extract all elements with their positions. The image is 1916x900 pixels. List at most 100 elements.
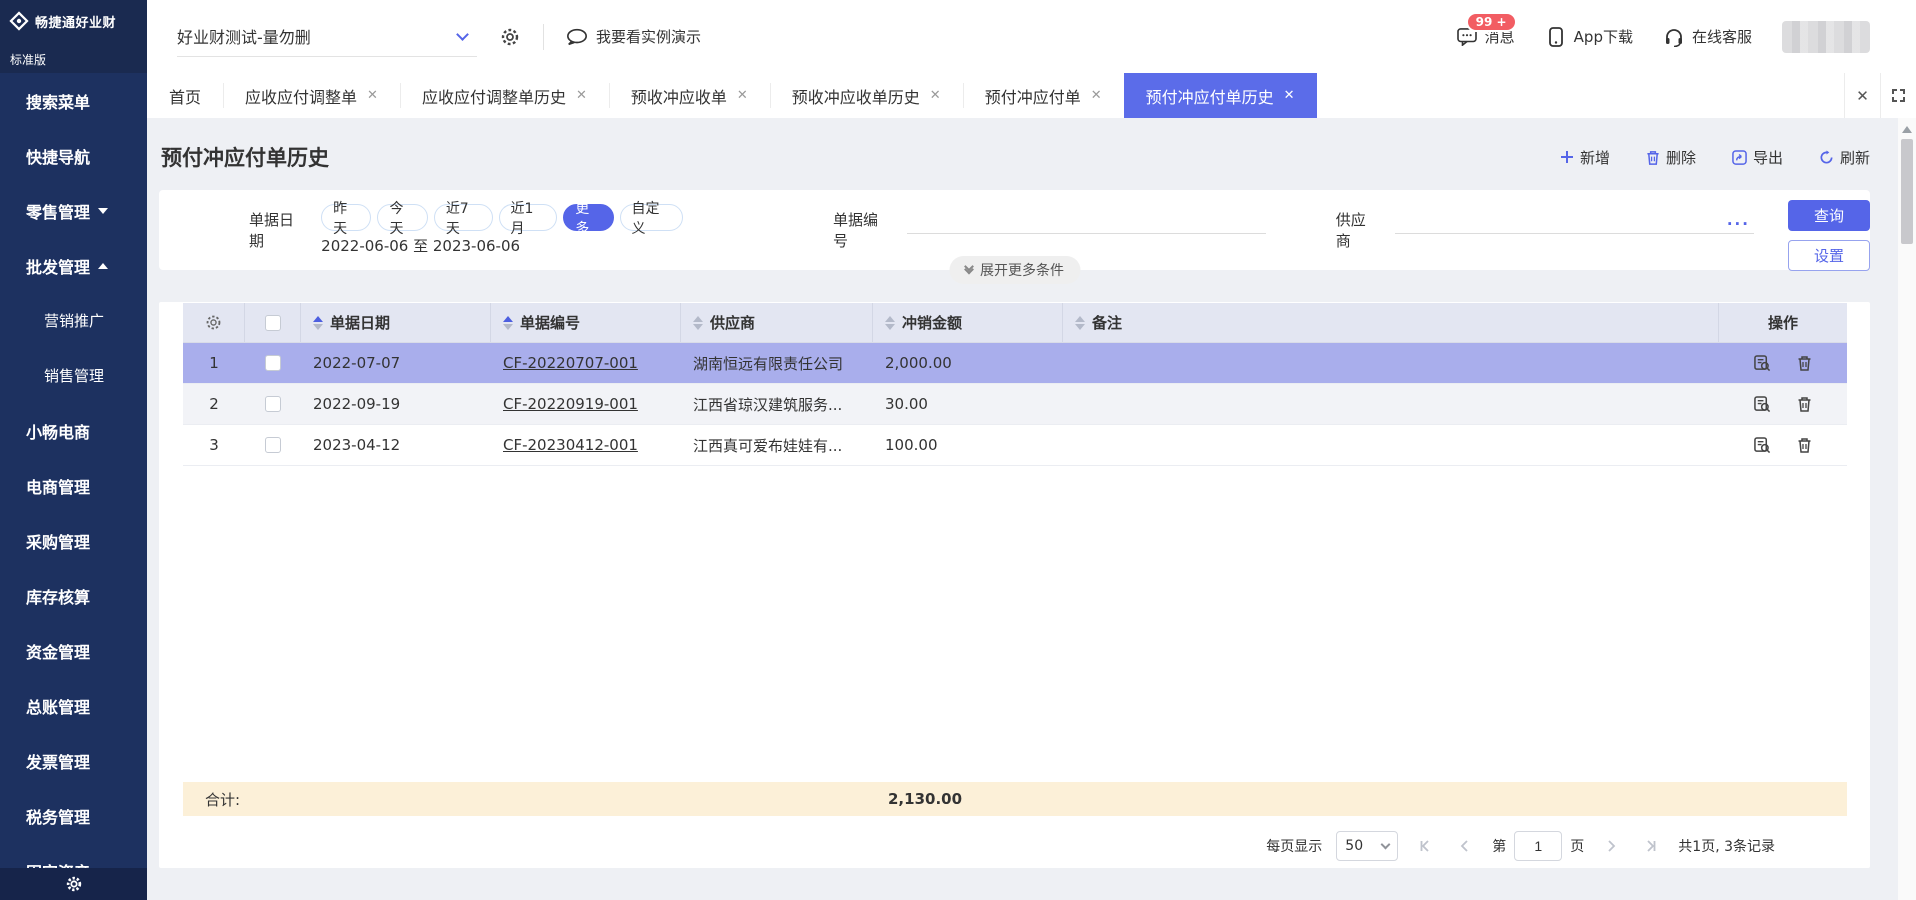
online-support-button[interactable]: 在线客服 bbox=[1663, 26, 1752, 48]
delete-button[interactable]: 删除 bbox=[1646, 147, 1696, 168]
table-gear-icon[interactable] bbox=[205, 314, 222, 331]
sidebar-item-wholesale[interactable]: 批发管理 bbox=[0, 238, 147, 293]
delete-row-icon[interactable] bbox=[1797, 437, 1812, 453]
user-info-redacted[interactable] bbox=[1782, 21, 1870, 53]
tab-prepay-offset-history-active[interactable]: 预付冲应付单历史 ✕ bbox=[1124, 73, 1317, 118]
page-size-select[interactable]: 50 bbox=[1336, 831, 1398, 861]
close-icon[interactable]: ✕ bbox=[737, 89, 748, 102]
table-row[interactable]: 3 2023-04-12 CF-20230412-001 江西真可爱布娃娃有..… bbox=[183, 425, 1847, 466]
settings-gear-icon[interactable] bbox=[499, 26, 521, 48]
close-icon[interactable]: ✕ bbox=[367, 89, 378, 102]
date-range-value[interactable]: 2022-06-06 至 2023-06-06 bbox=[321, 235, 683, 256]
messages-button[interactable]: 99 + 消息 bbox=[1456, 26, 1515, 48]
add-button[interactable]: 新增 bbox=[1560, 147, 1610, 168]
sidebar-item-funds[interactable]: 资金管理 bbox=[0, 623, 147, 678]
preset-custom[interactable]: 自定义 bbox=[620, 204, 683, 231]
sidebar-item-general-ledger[interactable]: 总账管理 bbox=[0, 678, 147, 733]
brand-block: 畅捷通好业财 标准版 bbox=[0, 0, 147, 73]
row-checkbox[interactable] bbox=[265, 437, 281, 453]
preset-last7days[interactable]: 近7天 bbox=[434, 204, 493, 231]
header-supplier[interactable]: 供应商 bbox=[681, 303, 873, 342]
prev-page-button[interactable] bbox=[1452, 833, 1478, 859]
expand-more-conditions-button[interactable]: 展开更多条件 bbox=[949, 256, 1080, 284]
sidebar-item-inventory[interactable]: 库存核算 bbox=[0, 568, 147, 623]
topbar: 好业财测试-量勿删 我要看实例演示 99 + bbox=[147, 0, 1916, 73]
header-doc-no[interactable]: 单据编号 bbox=[491, 303, 681, 342]
export-button[interactable]: 导出 bbox=[1732, 147, 1783, 168]
sidebar-item-xiaochang-ecom[interactable]: 小畅电商 bbox=[0, 403, 147, 458]
preset-yesterday[interactable]: 昨天 bbox=[321, 204, 371, 231]
scrollbar-thumb[interactable] bbox=[1901, 139, 1913, 244]
close-icon[interactable]: ✕ bbox=[930, 89, 941, 102]
close-all-tabs-button[interactable]: ✕ bbox=[1844, 73, 1880, 118]
view-detail-icon[interactable] bbox=[1754, 355, 1771, 372]
sidebar-item-purchasing[interactable]: 采购管理 bbox=[0, 513, 147, 568]
tab-prereceipt-offset-history[interactable]: 预收冲应收单历史 ✕ bbox=[770, 73, 963, 118]
table-row[interactable]: 1 2022-07-07 CF-20220707-001 湖南恒远有限责任公司 … bbox=[183, 343, 1847, 384]
app-window: 畅捷通好业财 标准版 搜索菜单 快捷导航 零售管理 批发管理 营销推广 销售管理… bbox=[0, 0, 1916, 900]
delete-row-icon[interactable] bbox=[1797, 355, 1812, 371]
tab-home[interactable]: 首页 bbox=[147, 73, 223, 118]
view-detail-icon[interactable] bbox=[1754, 396, 1771, 413]
doc-no-link[interactable]: CF-20220919-001 bbox=[503, 395, 638, 413]
sort-icon[interactable] bbox=[503, 316, 513, 330]
sidebar-item-retail[interactable]: 零售管理 bbox=[0, 183, 147, 238]
sidebar-item-tax[interactable]: 税务管理 bbox=[0, 788, 147, 843]
sidebar-footer bbox=[0, 868, 147, 900]
settings-button[interactable]: 设置 bbox=[1788, 240, 1870, 271]
sidebar-item-quick-nav[interactable]: 快捷导航 bbox=[0, 128, 147, 183]
sort-icon[interactable] bbox=[1075, 316, 1085, 330]
vertical-scrollbar[interactable] bbox=[1898, 118, 1916, 900]
supplier-picker-ellipsis[interactable]: ... bbox=[1727, 211, 1754, 233]
app-download-button[interactable]: App下载 bbox=[1545, 26, 1633, 48]
preset-today[interactable]: 今天 bbox=[377, 204, 427, 231]
page-size-label: 每页显示 bbox=[1266, 836, 1322, 856]
delete-row-icon[interactable] bbox=[1797, 396, 1812, 412]
row-checkbox[interactable] bbox=[265, 396, 281, 412]
view-detail-icon[interactable] bbox=[1754, 437, 1771, 454]
tab-prepay-offset[interactable]: 预付冲应付单 ✕ bbox=[963, 73, 1124, 118]
sidebar-item-ecommerce[interactable]: 电商管理 bbox=[0, 458, 147, 513]
next-page-button[interactable] bbox=[1598, 833, 1624, 859]
last-page-button[interactable] bbox=[1638, 833, 1664, 859]
sidebar-item-marketing[interactable]: 营销推广 bbox=[0, 293, 147, 348]
close-icon[interactable]: ✕ bbox=[576, 89, 587, 102]
sort-icon[interactable] bbox=[313, 316, 323, 330]
refresh-icon bbox=[1819, 150, 1834, 165]
brand-edition: 标准版 bbox=[10, 51, 46, 68]
double-chevron-down-icon bbox=[965, 267, 972, 273]
header-remark[interactable]: 备注 bbox=[1063, 303, 1719, 342]
account-select[interactable]: 好业财测试-量勿删 bbox=[177, 17, 477, 57]
tab-ar-ap-adjust[interactable]: 应收应付调整单 ✕ bbox=[223, 73, 400, 118]
refresh-button[interactable]: 刷新 bbox=[1819, 147, 1870, 168]
first-page-button[interactable] bbox=[1412, 833, 1438, 859]
doc-no-input[interactable] bbox=[907, 204, 1266, 234]
gear-icon[interactable] bbox=[63, 873, 85, 895]
select-all-checkbox[interactable] bbox=[265, 315, 281, 331]
sidebar-item-invoices[interactable]: 发票管理 bbox=[0, 733, 147, 788]
row-checkbox[interactable] bbox=[265, 355, 281, 371]
sort-icon[interactable] bbox=[693, 316, 703, 330]
close-icon[interactable]: ✕ bbox=[1284, 89, 1295, 102]
sidebar-item-sales[interactable]: 销售管理 bbox=[0, 348, 147, 403]
fullscreen-button[interactable] bbox=[1880, 73, 1916, 118]
header-doc-date[interactable]: 单据日期 bbox=[301, 303, 491, 342]
search-button[interactable]: 查询 bbox=[1788, 200, 1870, 231]
scroll-up-arrow-icon[interactable] bbox=[1902, 126, 1912, 133]
doc-no-link[interactable]: CF-20220707-001 bbox=[503, 354, 638, 372]
table-row[interactable]: 2 2022-09-19 CF-20220919-001 江西省琼汉建筑服务..… bbox=[183, 384, 1847, 425]
demo-link[interactable]: 我要看实例演示 bbox=[566, 26, 701, 48]
tab-prereceipt-offset[interactable]: 预收冲应收单 ✕ bbox=[609, 73, 770, 118]
sort-icon[interactable] bbox=[885, 316, 895, 330]
tab-ar-ap-adjust-history[interactable]: 应收应付调整单历史 ✕ bbox=[400, 73, 609, 118]
sidebar-item-search-menu[interactable]: 搜索菜单 bbox=[0, 73, 147, 128]
supplier-input[interactable]: ... bbox=[1395, 204, 1754, 234]
preset-more[interactable]: 更多 bbox=[563, 204, 613, 231]
page-number-input[interactable] bbox=[1514, 831, 1562, 861]
doc-no-link[interactable]: CF-20230412-001 bbox=[503, 436, 638, 454]
header-offset-amount[interactable]: 冲销金额 bbox=[873, 303, 1063, 342]
summary-label: 合计: bbox=[183, 789, 293, 810]
close-icon[interactable]: ✕ bbox=[1091, 89, 1102, 102]
preset-last-month[interactable]: 近1月 bbox=[499, 204, 558, 231]
main-content: 预付冲应付单历史 新增 删除 bbox=[147, 118, 1898, 900]
